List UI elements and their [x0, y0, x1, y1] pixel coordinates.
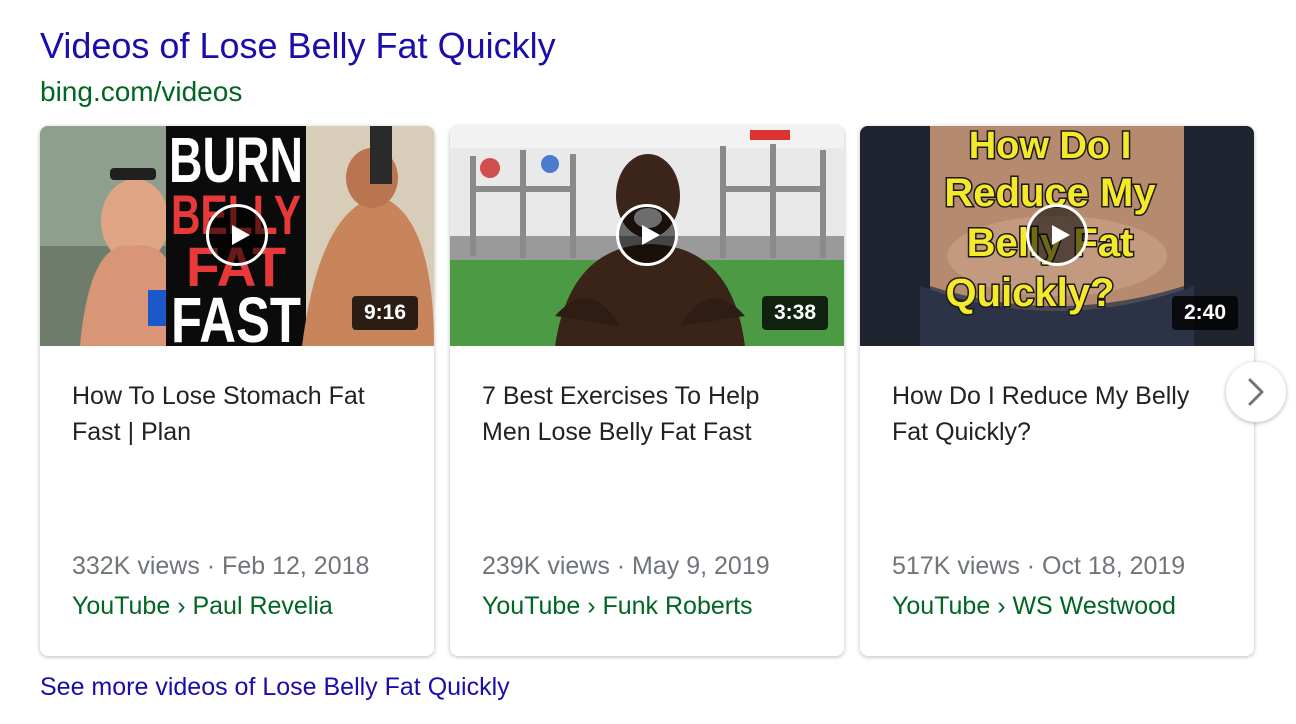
- video-card[interactable]: How Do I Reduce My Belly Fat Quickly? 2:…: [860, 126, 1254, 656]
- video-meta: 517K views · Oct 18, 2019: [892, 552, 1186, 580]
- video-carousel: Videos of Lose Belly Fat Quickly bing.co…: [0, 0, 1296, 724]
- video-thumbnail[interactable]: How Do I Reduce My Belly Fat Quickly? 2:…: [860, 126, 1254, 346]
- section-title-link[interactable]: Videos of Lose Belly Fat Quickly: [40, 24, 556, 68]
- video-title[interactable]: How Do I Reduce My Belly Fat Quickly?: [892, 378, 1222, 450]
- thumb-text-line1: How Do I: [969, 126, 1132, 167]
- video-card[interactable]: BURN BELLY FAT FAST 9:16 How To Lose Sto…: [40, 126, 434, 656]
- thumb-text-fast: FAST: [171, 284, 301, 346]
- duration-badge: 9:16: [351, 296, 418, 330]
- play-button[interactable]: [206, 204, 268, 266]
- play-icon: [1052, 225, 1070, 245]
- video-channel: YouTube › Paul Revelia: [72, 592, 333, 620]
- thumb-text-line4: Quickly?: [946, 271, 1115, 315]
- carousel-next-button[interactable]: [1226, 362, 1286, 422]
- video-thumbnail[interactable]: BURN BELLY FAT FAST 9:16: [40, 126, 434, 346]
- chevron-right-icon: [1248, 378, 1264, 406]
- video-title[interactable]: 7 Best Exercises To Help Men Lose Belly …: [482, 378, 812, 450]
- play-icon: [642, 225, 660, 245]
- duration-badge: 3:38: [761, 296, 828, 330]
- play-icon: [232, 225, 250, 245]
- play-button[interactable]: [616, 204, 678, 266]
- video-title[interactable]: How To Lose Stomach Fat Fast | Plan: [72, 378, 402, 450]
- video-channel: YouTube › Funk Roberts: [482, 592, 753, 620]
- source-url: bing.com/videos: [40, 76, 243, 107]
- play-button[interactable]: [1026, 204, 1088, 266]
- video-thumbnail[interactable]: 3:38: [450, 126, 844, 346]
- video-meta: 239K views · May 9, 2019: [482, 552, 770, 580]
- duration-badge: 2:40: [1171, 296, 1238, 330]
- video-card[interactable]: 3:38 7 Best Exercises To Help Men Lose B…: [450, 126, 844, 656]
- video-meta: 332K views · Feb 12, 2018: [72, 552, 370, 580]
- see-more-link[interactable]: See more videos of Lose Belly Fat Quickl…: [40, 670, 510, 704]
- video-channel: YouTube › WS Westwood: [892, 592, 1176, 620]
